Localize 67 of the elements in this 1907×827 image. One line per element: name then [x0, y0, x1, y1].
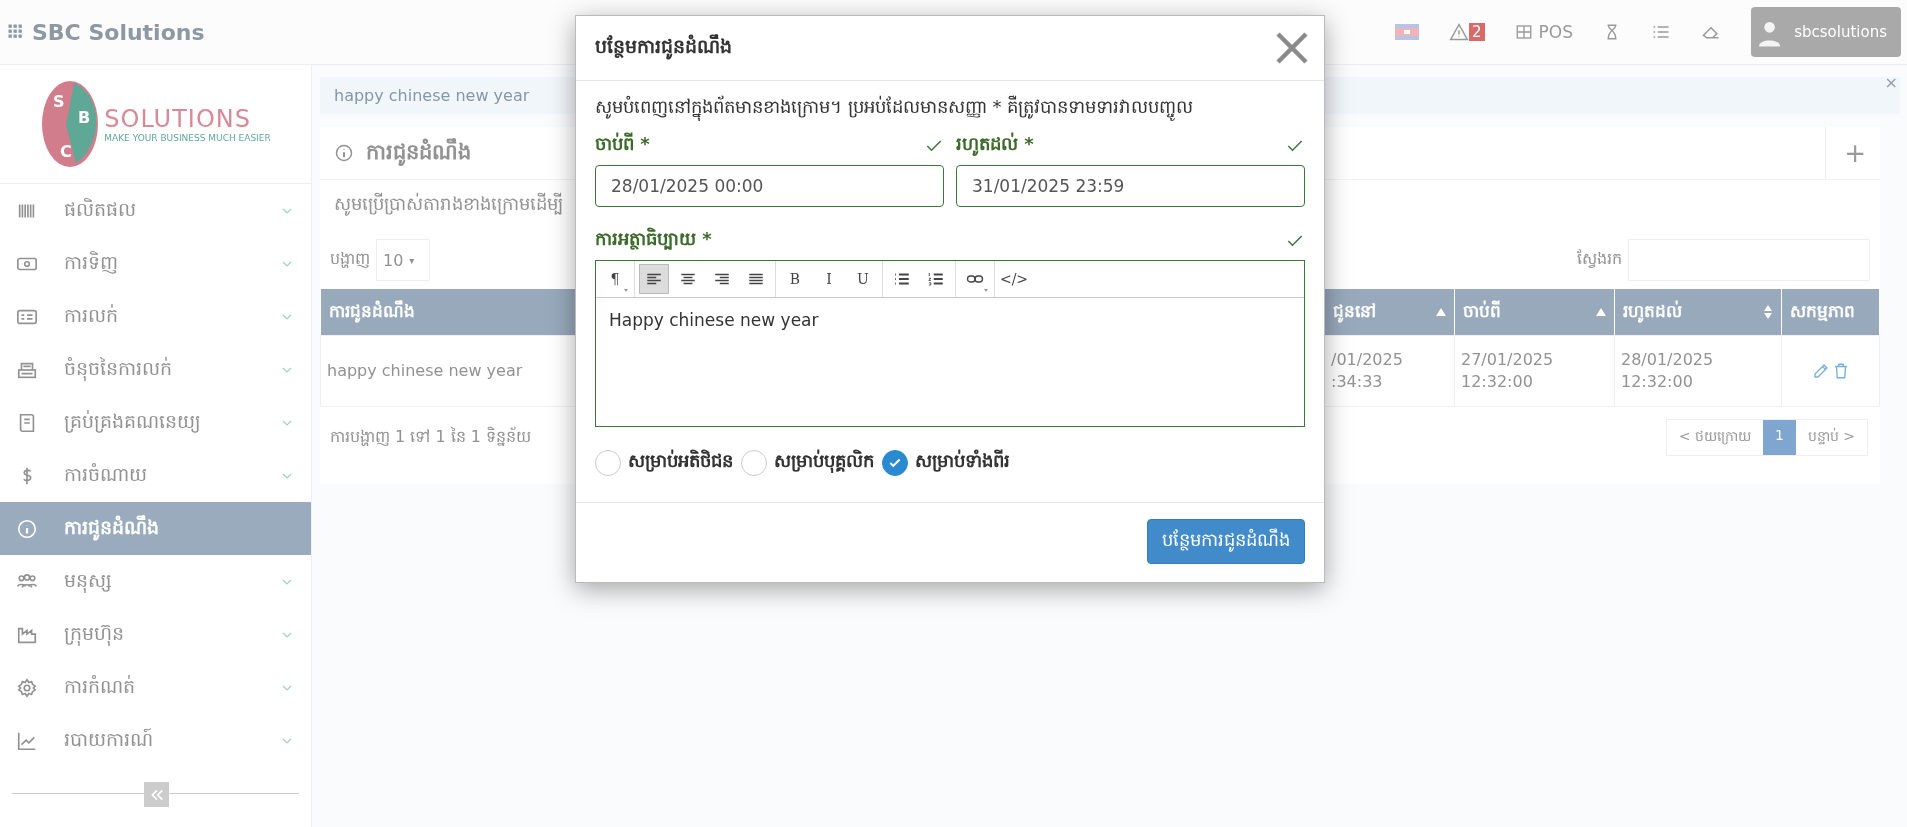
column-header[interactable]: សកម្មភាព: [1781, 289, 1880, 336]
sidebar-item[interactable]: ចំនុចនៃការលក់: [0, 343, 311, 396]
date-field[interactable]: 31/01/2025 23:59: [956, 165, 1305, 207]
column-header[interactable]: ជូននៅ: [1324, 289, 1455, 336]
info-icon: [16, 517, 38, 540]
close-icon[interactable]: [1276, 32, 1308, 64]
radio-label[interactable]: សម្រាប់ទាំងពីរ: [915, 449, 1010, 476]
table-cell: 28/01/2025 12:32:00: [1614, 335, 1782, 407]
column-header[interactable]: រហូតដល់: [1614, 289, 1782, 336]
search-label: ស្វែងរក: [1577, 248, 1622, 270]
notification-badge: 2: [1469, 23, 1485, 41]
toolbar-button[interactable]: I: [814, 264, 844, 294]
submit-button[interactable]: បន្ថែមការជូនដំណឹង: [1147, 519, 1305, 564]
logo-tagline: MAKE YOUR BUSINESS MUCH EASIER: [104, 133, 271, 143]
page-link[interactable]: < ថយក្រោយ: [1666, 420, 1763, 455]
table-icon: [1514, 23, 1533, 41]
sidebar-item[interactable]: ផលិតផល: [0, 184, 311, 237]
numbered-list-icon: [927, 270, 945, 288]
toolbar-button[interactable]: U: [848, 264, 878, 294]
close-button[interactable]: ×: [1884, 73, 1898, 92]
radio-label[interactable]: សម្រាប់អតិថិជន: [628, 449, 733, 476]
toolbar-button[interactable]: [639, 264, 669, 294]
toolbar-button[interactable]: </>: [999, 264, 1029, 294]
gear-icon: [16, 676, 38, 699]
page-link[interactable]: 1: [1762, 420, 1796, 455]
sidebar-item[interactable]: ការលក់: [0, 290, 311, 343]
app-title: SBC Solutions: [32, 19, 205, 45]
field-label: ចាប់ពី *: [595, 132, 650, 156]
pos-link[interactable]: POS: [1514, 22, 1573, 42]
sidebar-item[interactable]: ក្រុមហ៊ុន: [0, 608, 311, 661]
sort-icon[interactable]: [1763, 305, 1773, 319]
length-label: បង្ហាញ: [330, 248, 370, 270]
sidebar-item[interactable]: ការជូនដំណឹង: [0, 502, 311, 555]
instruction-text: សូមបំពេញនៅក្នុងព័តមានខាងក្រោម។ ប្រអប់ដែលមានសញ្ញា * គឺត្រូវបានទាមទារវាលបញ្ចូល: [595, 95, 1305, 122]
sidebar-item[interactable]: ការទិញ: [0, 237, 311, 290]
page-link[interactable]: បន្ទាប់ >: [1795, 420, 1867, 455]
flag-icon[interactable]: [1395, 24, 1419, 40]
toolbar-button[interactable]: ¶: [600, 264, 630, 294]
toolbar-button[interactable]: B: [780, 264, 810, 294]
sidebar-item[interactable]: មនុស្ស: [0, 555, 311, 608]
table-info: ការបង្ហាញ 1 ទៅ 1 នៃ 1 ទិន្នន័យ: [330, 425, 532, 448]
radio-button[interactable]: [882, 449, 908, 476]
alert-text: happy chinese new year: [334, 86, 530, 105]
table-cell: 27/01/2025 12:32:00: [1454, 335, 1615, 407]
sort-up-icon[interactable]: [1436, 308, 1446, 316]
warning-icon: [1449, 22, 1469, 42]
card-title: ការជូនដំណឹង: [366, 137, 471, 168]
logo-name: SOLUTIONS: [104, 105, 252, 133]
edit-icon: [1811, 362, 1830, 380]
radio-label[interactable]: សម្រាប់បុគ្គលិក: [774, 449, 874, 476]
sidebar-item[interactable]: ការកំណត់: [0, 661, 311, 714]
sidebar-item[interactable]: គ្រប់គ្រងគណនេយ្យ: [0, 396, 311, 449]
field-label: ការអត្ថាធិប្បាយ *: [595, 227, 712, 252]
date-field[interactable]: 28/01/2025 00:00: [595, 165, 944, 207]
user-menu[interactable]: sbcsolutions: [1751, 7, 1901, 57]
sidebar-item[interactable]: ការចំណាយ: [0, 449, 311, 502]
logo-drawing: S B C: [40, 79, 101, 169]
sidebar-item[interactable]: របាយការណ៍: [0, 714, 311, 767]
caret-icon: ▾: [409, 254, 415, 266]
card-subtitle: សូមប្រើប្រាស់តារាងខាងក្រោមដើម្បី: [334, 193, 563, 214]
add-button[interactable]: +: [1825, 127, 1866, 179]
info-icon: [334, 143, 354, 163]
sort-up-icon[interactable]: [1596, 308, 1606, 316]
length-select[interactable]: 10 ▾: [376, 239, 430, 281]
dialog-title: បន្ថែមការជូនដំណឹង: [595, 34, 732, 62]
field-label: រហូតដល់ *: [956, 132, 1034, 158]
column-header[interactable]: ចាប់ពី: [1454, 289, 1615, 336]
